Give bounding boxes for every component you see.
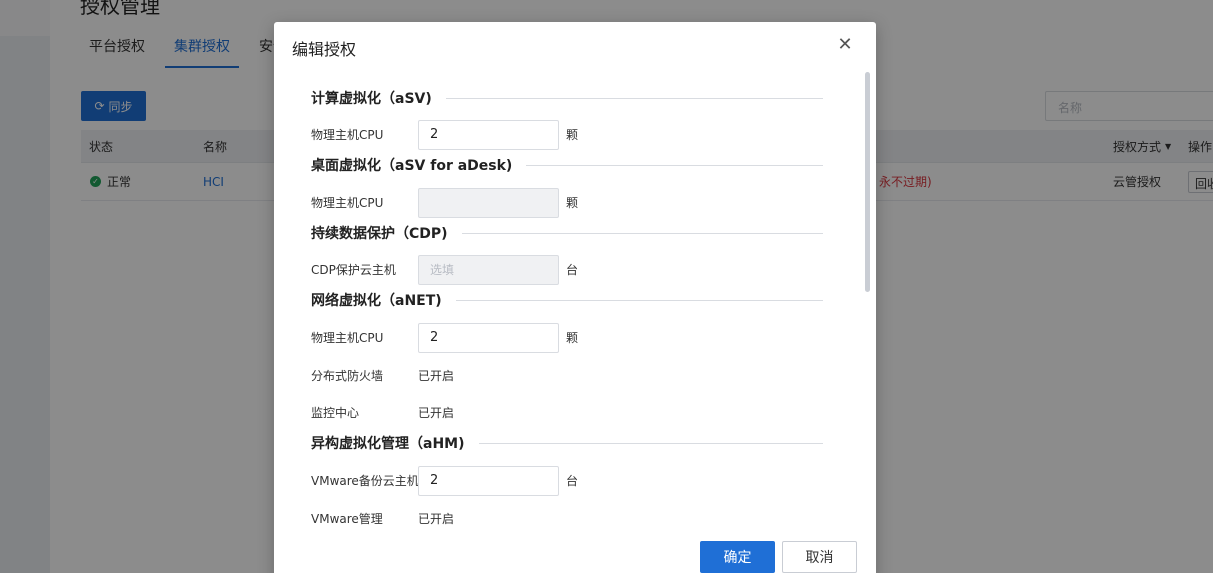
- section-cdp: 持续数据保护（CDP): [311, 223, 823, 243]
- section-divider: [526, 164, 823, 166]
- modal-scrollbar[interactable]: [865, 72, 870, 292]
- row-vmware-backup: VMware备份云主机 2 台: [311, 466, 831, 496]
- cancel-button[interactable]: 取消: [782, 541, 857, 573]
- section-title: 异构虚拟化管理（aHM): [311, 436, 465, 452]
- section-divider: [461, 232, 823, 234]
- row-firewall: 分布式防火墙 已开启: [311, 361, 831, 391]
- field-label: 物理主机CPU: [311, 128, 384, 142]
- edit-auth-modal: 编辑授权 ✕ 计算虚拟化（aSV) 物理主机CPU 2 颗 桌面虚拟化（aSV …: [274, 22, 876, 573]
- section-divider: [478, 442, 823, 444]
- field-label: 分布式防火墙: [311, 369, 384, 383]
- vmware-backup-input[interactable]: 2: [418, 466, 559, 496]
- row-cdp-vm: CDP保护云主机 选填 台: [311, 255, 831, 285]
- unit-label: 颗: [566, 331, 579, 345]
- section-ahm: 异构虚拟化管理（aHM): [311, 433, 823, 453]
- modal-title: 编辑授权: [292, 40, 357, 59]
- row-adesk-cpu: 物理主机CPU 颗: [311, 188, 831, 218]
- section-title: 计算虚拟化（aSV): [311, 91, 432, 107]
- unit-label: 颗: [566, 196, 579, 210]
- section-title: 网络虚拟化（aNET): [311, 293, 442, 309]
- row-monitor: 监控中心 已开启: [311, 398, 831, 428]
- asv-cpu-input[interactable]: 2: [418, 120, 559, 150]
- section-title: 桌面虚拟化（aSV for aDesk): [311, 158, 513, 174]
- anet-cpu-input[interactable]: 2: [418, 323, 559, 353]
- field-label: 物理主机CPU: [311, 196, 384, 210]
- field-label: CDP保护云主机: [311, 263, 396, 277]
- close-icon[interactable]: ✕: [836, 36, 854, 54]
- unit-label: 颗: [566, 128, 579, 142]
- monitor-status: 已开启: [418, 406, 455, 420]
- field-label: 监控中心: [311, 406, 360, 420]
- adesk-cpu-input: [418, 188, 559, 218]
- section-divider: [445, 97, 823, 99]
- field-label: VMware管理: [311, 512, 383, 526]
- section-divider: [455, 299, 823, 301]
- field-label: VMware备份云主机: [311, 474, 419, 488]
- row-anet-cpu: 物理主机CPU 2 颗: [311, 323, 831, 353]
- section-anet: 网络虚拟化（aNET): [311, 290, 823, 310]
- vmware-manage-status: 已开启: [418, 512, 455, 526]
- field-label: 物理主机CPU: [311, 331, 384, 345]
- row-asv-cpu: 物理主机CPU 2 颗: [311, 120, 831, 150]
- row-vmware-manage: VMware管理 已开启: [311, 504, 831, 534]
- section-title: 持续数据保护（CDP): [311, 226, 448, 242]
- section-asv-adesk: 桌面虚拟化（aSV for aDesk): [311, 155, 823, 175]
- confirm-button[interactable]: 确定: [700, 541, 775, 573]
- firewall-status: 已开启: [418, 369, 455, 383]
- cdp-vm-input: 选填: [418, 255, 559, 285]
- unit-label: 台: [566, 263, 579, 277]
- unit-label: 台: [566, 474, 579, 488]
- section-asv: 计算虚拟化（aSV): [311, 88, 823, 108]
